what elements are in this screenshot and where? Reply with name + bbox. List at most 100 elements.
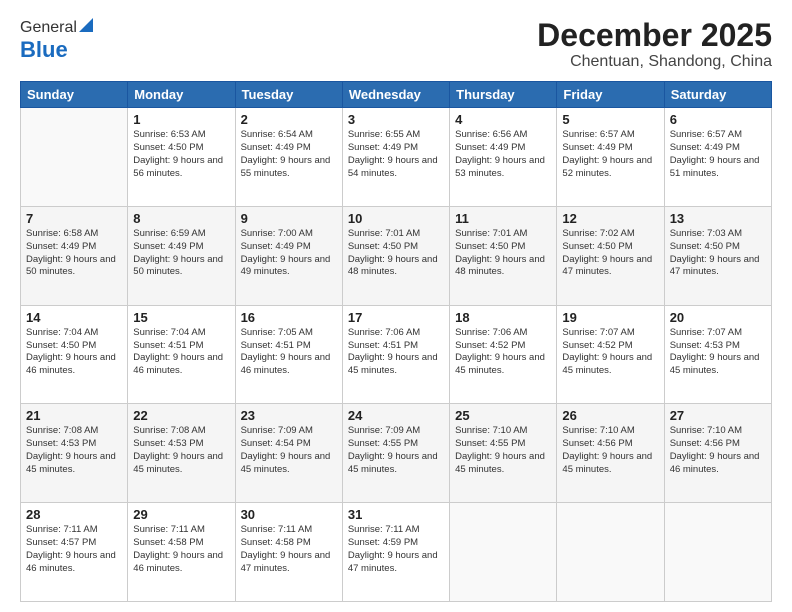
day-number: 17 (348, 310, 444, 325)
col-thursday: Thursday (450, 82, 557, 108)
cell-info: Sunrise: 6:57 AM Sunset: 4:49 PM Dayligh… (670, 129, 766, 180)
table-cell: 27Sunrise: 7:10 AM Sunset: 4:56 PM Dayli… (664, 404, 771, 503)
day-number: 5 (562, 112, 658, 127)
day-number: 19 (562, 310, 658, 325)
table-cell: 2Sunrise: 6:54 AM Sunset: 4:49 PM Daylig… (235, 108, 342, 207)
table-cell: 12 Sunrise: 7:02 AM Sunset: 4:50 PM Dayli… (557, 206, 664, 305)
logo-general-text: General (20, 19, 77, 37)
cell-info: Sunrise: 7:02 AM Sunset: 4:50 PM Dayligh… (562, 228, 658, 279)
cell-info: Sunrise: 7:08 AM Sunset: 4:53 PM Dayligh… (26, 425, 122, 476)
table-cell: 14Sunrise: 7:04 AM Sunset: 4:50 PM Dayli… (21, 305, 128, 404)
day-number: 11 (455, 211, 551, 226)
cell-info: Sunrise: 7:08 AM Sunset: 4:53 PM Dayligh… (133, 425, 229, 476)
day-number: 18 (455, 310, 551, 325)
table-cell: 24 Sunrise: 7:09 AM Sunset: 4:55 PM Dayli… (342, 404, 449, 503)
day-number: 25 (455, 408, 551, 423)
calendar-week-row: 28Sunrise: 7:11 AM Sunset: 4:57 PM Dayli… (21, 503, 772, 602)
cell-info: Sunrise: 7:07 AM Sunset: 4:53 PM Dayligh… (670, 327, 766, 378)
day-number: 26 (562, 408, 658, 423)
cell-info: Sunrise: 6:57 AM Sunset: 4:49 PM Dayligh… (562, 129, 658, 180)
cell-info: Sunrise: 7:00 AM Sunset: 4:49 PM Dayligh… (241, 228, 337, 279)
table-cell: 19 Sunrise: 7:07 AM Sunset: 4:52 PM Dayli… (557, 305, 664, 404)
col-sunday: Sunday (21, 82, 128, 108)
day-number: 20 (670, 310, 766, 325)
table-cell: 10Sunrise: 7:01 AM Sunset: 4:50 PM Dayli… (342, 206, 449, 305)
day-number: 2 (241, 112, 337, 127)
cell-info: Sunrise: 7:03 AM Sunset: 4:50 PM Dayligh… (670, 228, 766, 279)
col-monday: Monday (128, 82, 235, 108)
cell-info: Sunrise: 7:05 AM Sunset: 4:51 PM Dayligh… (241, 327, 337, 378)
cell-info: Sunrise: 7:09 AM Sunset: 4:55 PM Dayligh… (348, 425, 444, 476)
calendar-week-row: 14Sunrise: 7:04 AM Sunset: 4:50 PM Dayli… (21, 305, 772, 404)
day-number: 29 (133, 507, 229, 522)
table-cell: 31 Sunrise: 7:11 AM Sunset: 4:59 PM Dayli… (342, 503, 449, 602)
cell-info: Sunrise: 7:09 AM Sunset: 4:54 PM Dayligh… (241, 425, 337, 476)
cell-info: Sunrise: 7:06 AM Sunset: 4:52 PM Dayligh… (455, 327, 551, 378)
col-saturday: Saturday (664, 82, 771, 108)
table-cell: 21 Sunrise: 7:08 AM Sunset: 4:53 PM Dayli… (21, 404, 128, 503)
cell-info: Sunrise: 7:04 AM Sunset: 4:51 PM Dayligh… (133, 327, 229, 378)
day-number: 23 (241, 408, 337, 423)
table-cell: 20 Sunrise: 7:07 AM Sunset: 4:53 PM Dayli… (664, 305, 771, 404)
cell-info: Sunrise: 7:10 AM Sunset: 4:56 PM Dayligh… (670, 425, 766, 476)
table-cell: 23 Sunrise: 7:09 AM Sunset: 4:54 PM Dayli… (235, 404, 342, 503)
table-cell: 17Sunrise: 7:06 AM Sunset: 4:51 PM Dayli… (342, 305, 449, 404)
table-cell: 16 Sunrise: 7:05 AM Sunset: 4:51 PM Dayli… (235, 305, 342, 404)
table-cell: 7 Sunrise: 6:58 AM Sunset: 4:49 PM Daylig… (21, 206, 128, 305)
col-friday: Friday (557, 82, 664, 108)
table-cell (664, 503, 771, 602)
calendar-week-row: 1Sunrise: 6:53 AM Sunset: 4:50 PM Daylig… (21, 108, 772, 207)
cell-info: Sunrise: 6:59 AM Sunset: 4:49 PM Dayligh… (133, 228, 229, 279)
day-number: 24 (348, 408, 444, 423)
day-number: 6 (670, 112, 766, 127)
page: General Blue December 2025 Chentuan, Sha… (0, 0, 792, 612)
table-cell: 5 Sunrise: 6:57 AM Sunset: 4:49 PM Daylig… (557, 108, 664, 207)
table-cell (557, 503, 664, 602)
header: General Blue December 2025 Chentuan, Sha… (20, 18, 772, 71)
day-number: 13 (670, 211, 766, 226)
cell-info: Sunrise: 6:55 AM Sunset: 4:49 PM Dayligh… (348, 129, 444, 180)
day-number: 30 (241, 507, 337, 522)
title-block: December 2025 Chentuan, Shandong, China (537, 18, 772, 71)
day-number: 31 (348, 507, 444, 522)
month-title: December 2025 (537, 18, 772, 53)
location-title: Chentuan, Shandong, China (537, 53, 772, 71)
cell-info: Sunrise: 7:07 AM Sunset: 4:52 PM Dayligh… (562, 327, 658, 378)
table-cell: 6 Sunrise: 6:57 AM Sunset: 4:49 PM Daylig… (664, 108, 771, 207)
day-number: 28 (26, 507, 122, 522)
table-cell (450, 503, 557, 602)
day-number: 22 (133, 408, 229, 423)
table-cell: 25 Sunrise: 7:10 AM Sunset: 4:55 PM Dayli… (450, 404, 557, 503)
day-number: 7 (26, 211, 122, 226)
cell-info: Sunrise: 7:10 AM Sunset: 4:55 PM Dayligh… (455, 425, 551, 476)
cell-info: Sunrise: 7:11 AM Sunset: 4:59 PM Dayligh… (348, 524, 444, 575)
cell-info: Sunrise: 6:56 AM Sunset: 4:49 PM Dayligh… (455, 129, 551, 180)
cell-info: Sunrise: 7:04 AM Sunset: 4:50 PM Dayligh… (26, 327, 122, 378)
table-cell: 13 Sunrise: 7:03 AM Sunset: 4:50 PM Dayli… (664, 206, 771, 305)
calendar-week-row: 21 Sunrise: 7:08 AM Sunset: 4:53 PM Dayli… (21, 404, 772, 503)
cell-info: Sunrise: 6:58 AM Sunset: 4:49 PM Dayligh… (26, 228, 122, 279)
day-number: 3 (348, 112, 444, 127)
day-number: 9 (241, 211, 337, 226)
table-cell: 4 Sunrise: 6:56 AM Sunset: 4:49 PM Daylig… (450, 108, 557, 207)
table-cell: 29 Sunrise: 7:11 AM Sunset: 4:58 PM Dayli… (128, 503, 235, 602)
col-wednesday: Wednesday (342, 82, 449, 108)
cell-info: Sunrise: 7:01 AM Sunset: 4:50 PM Dayligh… (348, 228, 444, 279)
table-cell: 11Sunrise: 7:01 AM Sunset: 4:50 PM Dayli… (450, 206, 557, 305)
table-cell: 15 Sunrise: 7:04 AM Sunset: 4:51 PM Dayli… (128, 305, 235, 404)
day-number: 4 (455, 112, 551, 127)
table-cell: 26Sunrise: 7:10 AM Sunset: 4:56 PM Dayli… (557, 404, 664, 503)
day-number: 16 (241, 310, 337, 325)
table-cell: 18 Sunrise: 7:06 AM Sunset: 4:52 PM Dayli… (450, 305, 557, 404)
table-cell: 22 Sunrise: 7:08 AM Sunset: 4:53 PM Dayli… (128, 404, 235, 503)
day-number: 21 (26, 408, 122, 423)
day-number: 12 (562, 211, 658, 226)
logo: General Blue (20, 18, 93, 63)
table-cell: 8 Sunrise: 6:59 AM Sunset: 4:49 PM Daylig… (128, 206, 235, 305)
cell-info: Sunrise: 7:11 AM Sunset: 4:58 PM Dayligh… (133, 524, 229, 575)
day-number: 8 (133, 211, 229, 226)
table-cell: 1Sunrise: 6:53 AM Sunset: 4:50 PM Daylig… (128, 108, 235, 207)
table-cell: 28Sunrise: 7:11 AM Sunset: 4:57 PM Dayli… (21, 503, 128, 602)
calendar-week-row: 7 Sunrise: 6:58 AM Sunset: 4:49 PM Daylig… (21, 206, 772, 305)
day-number: 15 (133, 310, 229, 325)
